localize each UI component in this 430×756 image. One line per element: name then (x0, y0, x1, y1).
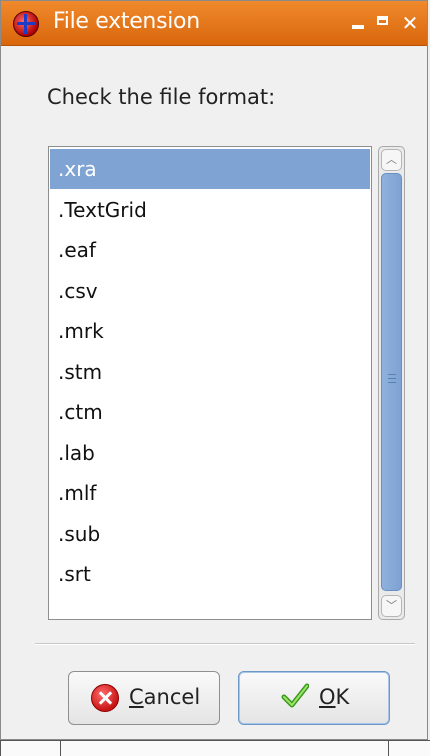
list-item[interactable]: .eaf (50, 230, 370, 270)
list-item[interactable]: .ctm (50, 392, 370, 432)
scrollbar[interactable]: ︿ ﹀ (378, 146, 405, 620)
ok-label: OK (319, 685, 350, 709)
minimize-icon[interactable] (347, 11, 369, 29)
dialog-window: File extension ✕ Check the file format: … (0, 0, 428, 740)
cancel-label: Cancel (129, 685, 201, 709)
scroll-thumb[interactable] (381, 173, 402, 591)
scroll-up-arrow-icon[interactable]: ︿ (381, 149, 402, 171)
list-item[interactable]: .srt (50, 554, 370, 594)
background-strip (0, 740, 430, 756)
window-title: File extension (53, 9, 200, 34)
list-item[interactable]: .stm (50, 352, 370, 392)
prompt-label: Check the file format: (47, 85, 276, 109)
maximize-icon[interactable] (371, 11, 393, 25)
separator (35, 643, 415, 645)
list-item[interactable]: .mlf (50, 473, 370, 513)
list-item[interactable]: .mrk (50, 311, 370, 351)
app-icon (13, 11, 39, 37)
scroll-down-arrow-icon[interactable]: ﹀ (381, 595, 402, 617)
grip-icon (388, 374, 396, 386)
list-item[interactable]: .csv (50, 271, 370, 311)
close-icon[interactable]: ✕ (399, 11, 421, 35)
cancel-button[interactable]: Cancel (68, 671, 220, 725)
list-item[interactable]: .lab (50, 433, 370, 473)
ok-button[interactable]: OK (238, 671, 390, 725)
list-item[interactable]: .TextGrid (50, 190, 370, 230)
cancel-icon (91, 684, 119, 712)
list-item[interactable]: .xra (50, 149, 370, 189)
list-item[interactable]: .sub (50, 514, 370, 554)
checkmark-icon (281, 683, 309, 708)
format-list[interactable]: .xra .TextGrid .eaf .csv .mrk .stm .ctm .lab .ml… (48, 146, 372, 620)
title-bar[interactable]: File extension ✕ (1, 1, 427, 46)
